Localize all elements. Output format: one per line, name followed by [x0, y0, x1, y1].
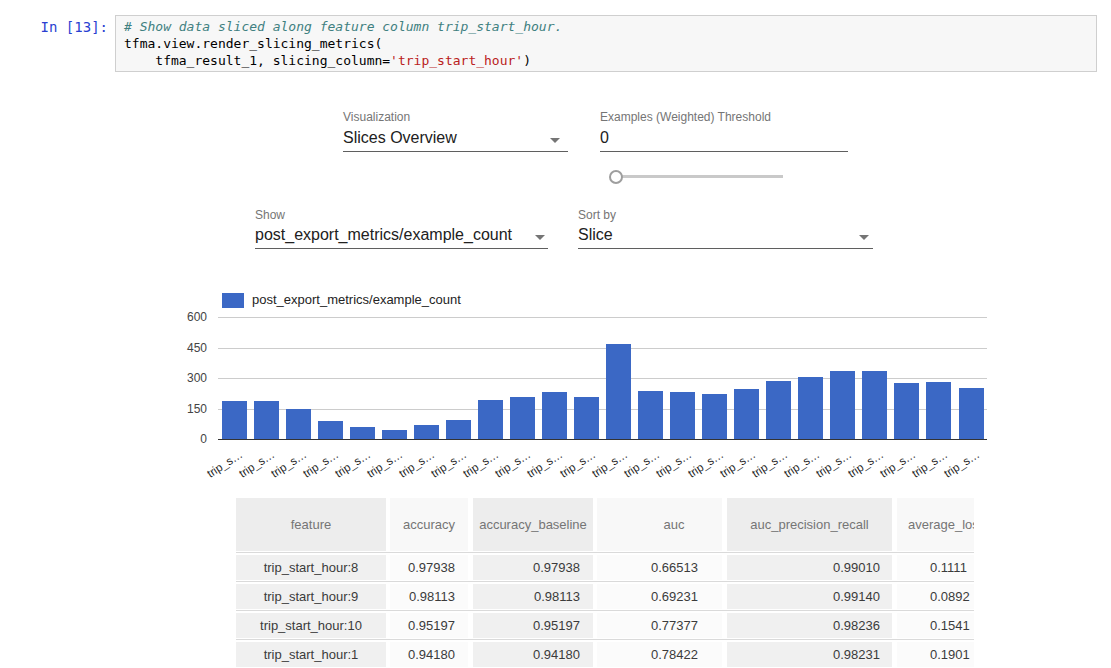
table-cell: 0.98113	[390, 584, 468, 609]
bar[interactable]	[798, 377, 823, 439]
table-cell: 0.99140	[727, 584, 892, 609]
visualization-dropdown[interactable]: Slices Overview	[343, 129, 568, 152]
table-cell: 0.69231	[597, 584, 722, 609]
chevron-down-icon	[535, 235, 545, 240]
bar[interactable]	[286, 409, 311, 439]
bar[interactable]	[318, 421, 343, 439]
metrics-table: featureaccuracyaccuracy_baselineaucauc_p…	[236, 498, 974, 668]
bar[interactable]	[478, 400, 503, 439]
bar[interactable]	[638, 391, 663, 439]
table-cell: 0.98236	[727, 613, 892, 638]
table-cell: 0.1111	[897, 555, 974, 580]
gridline	[218, 348, 987, 349]
show-label: Show	[255, 208, 285, 222]
code-string: 'trip_start_hour'	[390, 53, 523, 68]
table-cell: 0.66513	[597, 555, 722, 580]
y-axis-tick-label: 450	[170, 341, 207, 355]
bar[interactable]	[926, 382, 951, 439]
table-cell: 0.99010	[727, 555, 892, 580]
table-cell: 0.77377	[597, 613, 722, 638]
table-row: trip_start_hour:10.941800.941800.784220.…	[236, 642, 974, 667]
table-cell: 0.94180	[473, 642, 593, 667]
table-header-cell[interactable]: auc	[597, 498, 722, 551]
gridline	[218, 317, 987, 318]
table-cell: trip_start_hour:9	[236, 584, 386, 609]
bar[interactable]	[222, 401, 247, 439]
threshold-input[interactable]: 0	[600, 129, 848, 152]
table-header-row: featureaccuracyaccuracy_baselineaucauc_p…	[236, 498, 974, 551]
bar[interactable]	[254, 401, 279, 439]
show-dropdown[interactable]: post_export_metrics/example_count	[255, 226, 548, 249]
table-row: trip_start_hour:90.981130.981130.692310.…	[236, 584, 974, 609]
bar[interactable]	[414, 425, 439, 439]
table-cell: 0.98113	[473, 584, 593, 609]
bar[interactable]	[670, 392, 695, 439]
sortby-label: Sort by	[578, 208, 616, 222]
table-cell: 0.98231	[727, 642, 892, 667]
show-value: post_export_metrics/example_count	[255, 226, 512, 243]
table-cell: 0.1541	[897, 613, 974, 638]
table-header-cell[interactable]: accuracy_baseline	[473, 498, 593, 551]
bar[interactable]	[542, 392, 567, 439]
y-axis-tick-label: 300	[170, 371, 207, 385]
slider-handle[interactable]	[609, 170, 623, 184]
bar[interactable]	[446, 420, 471, 439]
bar[interactable]	[959, 388, 984, 439]
visualization-label: Visualization	[343, 110, 410, 124]
bar[interactable]	[734, 389, 759, 439]
table-header-cell[interactable]: accuracy	[390, 498, 468, 551]
code-editor[interactable]: # Show data sliced along feature column …	[115, 15, 1097, 72]
threshold-label: Examples (Weighted) Threshold	[600, 110, 771, 124]
bar[interactable]	[862, 371, 887, 439]
bar[interactable]	[574, 397, 599, 439]
bar[interactable]	[510, 397, 535, 439]
code-comment: # Show data sliced along feature column …	[124, 19, 562, 34]
table-row: trip_start_hour:100.951970.951970.773770…	[236, 613, 974, 638]
bar[interactable]	[894, 383, 919, 439]
legend-swatch	[222, 293, 244, 308]
bar[interactable]	[382, 430, 407, 439]
y-axis-tick-label: 150	[170, 402, 207, 416]
threshold-value: 0	[600, 129, 609, 146]
table-header-cell[interactable]: feature	[236, 498, 386, 551]
sortby-dropdown[interactable]: Slice	[578, 226, 873, 249]
code-line-3: tfma_result_1, slicing_column='trip_star…	[124, 53, 531, 68]
table-cell: 0.95197	[473, 613, 593, 638]
legend-label: post_export_metrics/example_count	[252, 292, 461, 307]
slider-track[interactable]	[620, 175, 783, 178]
y-axis-tick-label: 600	[170, 310, 207, 324]
table-cell: 0.97938	[390, 555, 468, 580]
bar[interactable]	[766, 381, 791, 439]
input-prompt: In [13]:	[16, 19, 108, 35]
y-axis-tick-label: 0	[170, 432, 207, 446]
x-axis-line	[218, 439, 987, 440]
table-cell: 0.94180	[390, 642, 468, 667]
table-cell: trip_start_hour:8	[236, 555, 386, 580]
table-cell: 0.95197	[390, 613, 468, 638]
table-cell: 0.78422	[597, 642, 722, 667]
table-header-cell[interactable]: auc_precision_recall	[727, 498, 892, 551]
table-cell: 0.1901	[897, 642, 974, 667]
bar[interactable]	[350, 427, 375, 439]
chevron-down-icon	[859, 235, 869, 240]
table-cell: 0.0892	[897, 584, 974, 609]
table-cell: 0.97938	[473, 555, 593, 580]
bar[interactable]	[702, 394, 727, 439]
table-cell: trip_start_hour:1	[236, 642, 386, 667]
bar[interactable]	[830, 371, 855, 439]
chevron-down-icon	[550, 138, 560, 143]
code-line-2: tfma.view.render_slicing_metrics(	[124, 36, 382, 51]
table-cell: trip_start_hour:10	[236, 613, 386, 638]
table-header-cell[interactable]: average_loss	[897, 498, 974, 551]
sortby-value: Slice	[578, 226, 613, 243]
bar[interactable]	[606, 344, 631, 439]
table-row: trip_start_hour:80.979380.979380.665130.…	[236, 555, 974, 580]
visualization-value: Slices Overview	[343, 129, 457, 146]
